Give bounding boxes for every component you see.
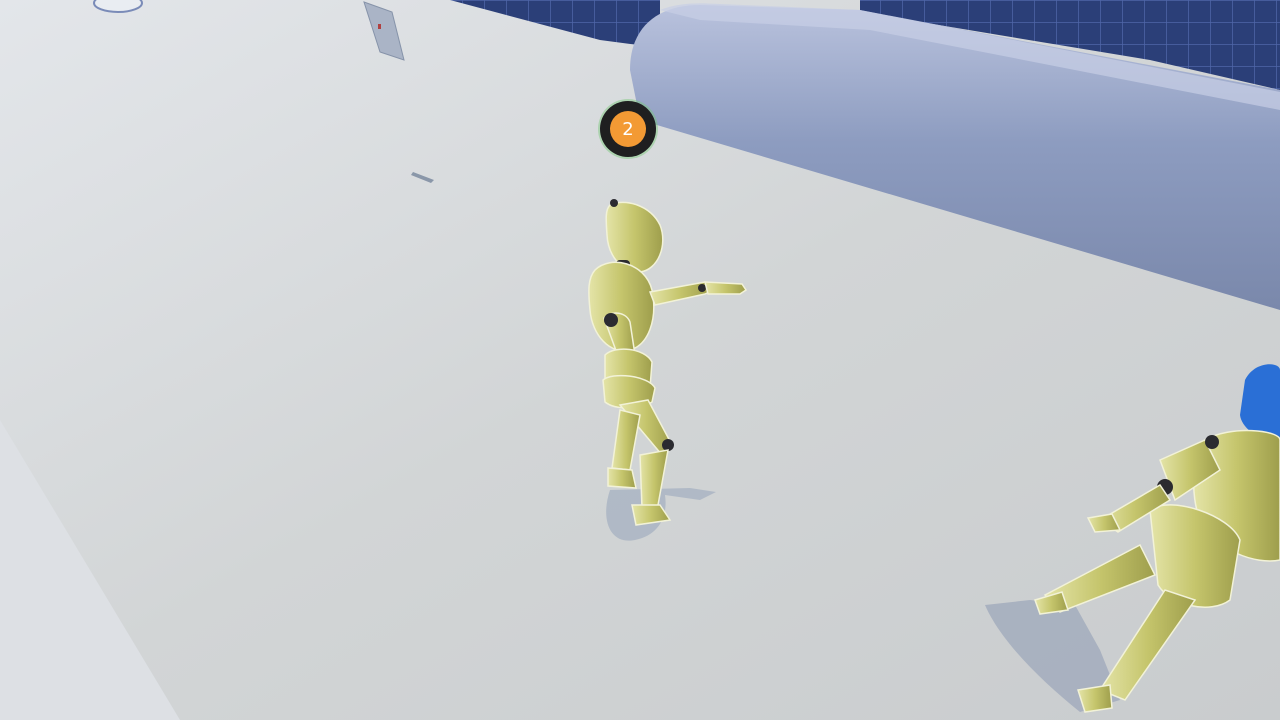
game-viewport[interactable]: 2 [0, 0, 1280, 720]
distant-object-cup [93, 0, 143, 13]
distant-panel-dot [378, 24, 381, 29]
player-number-badge: 2 [600, 101, 656, 157]
player-number: 2 [610, 111, 646, 147]
